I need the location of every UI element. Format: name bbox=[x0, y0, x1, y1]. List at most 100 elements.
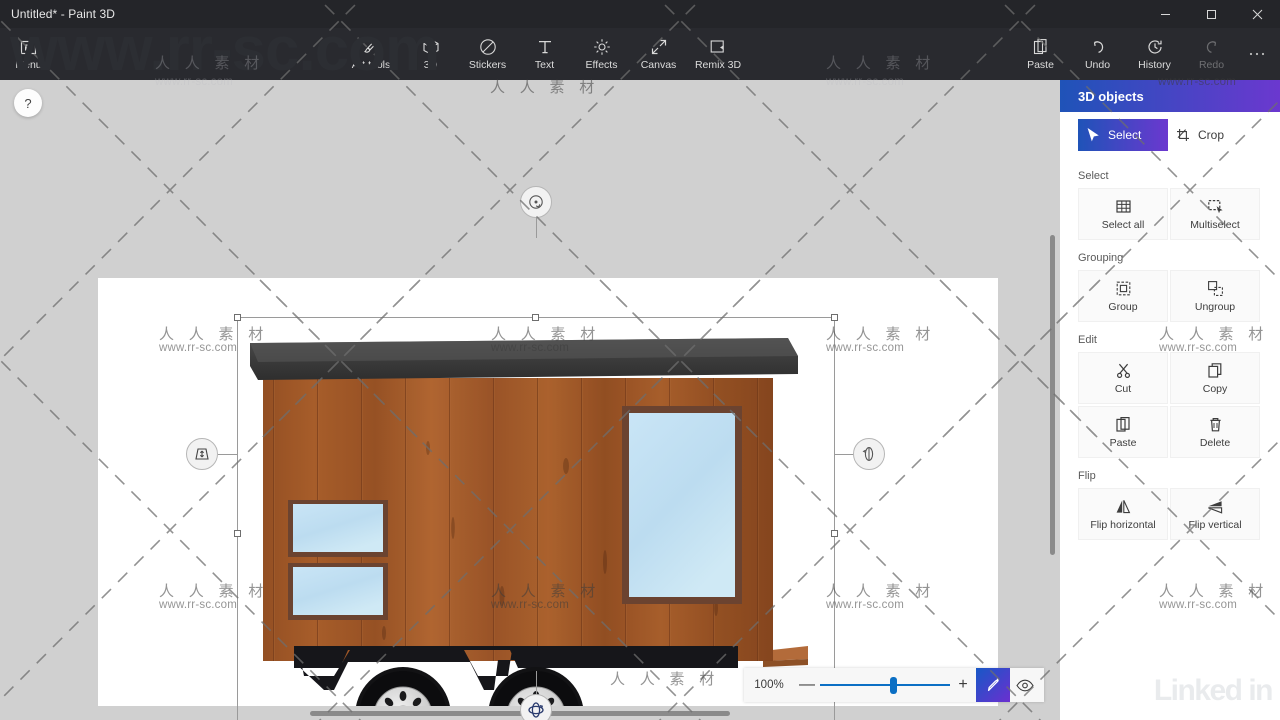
rotate-x-connector bbox=[218, 454, 238, 455]
trash-icon bbox=[1209, 417, 1221, 431]
rotate-z-handle[interactable] bbox=[520, 186, 552, 218]
select-all-label: Select all bbox=[1101, 218, 1145, 231]
vertical-scrollbar[interactable] bbox=[1046, 80, 1060, 720]
paste-icon bbox=[1032, 37, 1049, 57]
tab-select[interactable]: Select bbox=[1078, 119, 1168, 151]
section-label-flip: Flip bbox=[1078, 470, 1096, 482]
tab-select-label: Select bbox=[1108, 128, 1142, 142]
resize-handle-top-left[interactable] bbox=[234, 314, 241, 321]
menu-button[interactable]: Menu bbox=[0, 28, 57, 80]
effects-button[interactable]: Effects bbox=[573, 28, 630, 80]
selection-bounding-box[interactable] bbox=[234, 314, 838, 720]
panel-title: 3D objects bbox=[1078, 88, 1144, 104]
art-tools-button[interactable]: Art tools bbox=[340, 28, 402, 80]
select-all-button[interactable]: Select all bbox=[1078, 188, 1168, 240]
effects-label: Effects bbox=[585, 59, 618, 71]
zoom-percent-label: 100% bbox=[754, 679, 784, 691]
help-button[interactable]: ? bbox=[14, 89, 42, 117]
copy-label: Copy bbox=[1202, 382, 1228, 395]
minimize-button[interactable] bbox=[1142, 0, 1188, 28]
canvas-workspace[interactable] bbox=[0, 80, 1060, 720]
section-select-buttons: Select all Multiselect bbox=[1078, 188, 1262, 240]
flip-vertical-icon bbox=[1208, 500, 1223, 514]
panel-paste-label: Paste bbox=[1109, 436, 1137, 449]
cut-button[interactable]: Cut bbox=[1078, 352, 1168, 404]
undo-icon bbox=[1089, 37, 1107, 57]
redo-icon bbox=[1203, 37, 1221, 57]
flip-vertical-button[interactable]: Flip vertical bbox=[1170, 488, 1260, 540]
eye-icon bbox=[1016, 679, 1034, 691]
history-button[interactable]: History bbox=[1126, 28, 1183, 80]
multiselect-button[interactable]: Multiselect bbox=[1170, 188, 1260, 240]
flip-horizontal-label: Flip horizontal bbox=[1090, 518, 1156, 531]
section-grouping-buttons: Group Ungroup bbox=[1078, 270, 1262, 322]
zoom-out-button[interactable]: — bbox=[794, 677, 820, 693]
ungroup-button[interactable]: Ungroup bbox=[1170, 270, 1260, 322]
rotate-x-icon bbox=[195, 448, 209, 460]
rotate-x-handle[interactable] bbox=[186, 438, 218, 470]
more-options-button[interactable]: More options bbox=[1240, 28, 1274, 80]
ungroup-label: Ungroup bbox=[1194, 300, 1236, 313]
visibility-toggle-button[interactable] bbox=[1010, 668, 1040, 702]
history-label: History bbox=[1138, 59, 1171, 71]
panel-header: 3D objects bbox=[1060, 80, 1280, 112]
scissors-icon bbox=[1116, 363, 1130, 378]
pen-icon bbox=[987, 678, 999, 691]
stickers-button[interactable]: Stickers bbox=[459, 28, 516, 80]
cursor-icon bbox=[1087, 128, 1099, 142]
resize-handle-middle-right[interactable] bbox=[831, 530, 838, 537]
remix3d-label: Remix 3D bbox=[694, 59, 742, 71]
ungroup-icon bbox=[1207, 280, 1223, 296]
remix3d-icon bbox=[709, 37, 727, 57]
undo-label: Undo bbox=[1084, 59, 1111, 71]
tab-crop-label: Crop bbox=[1198, 128, 1225, 142]
undo-button[interactable]: Undo bbox=[1069, 28, 1126, 80]
canvas-button[interactable]: Canvas bbox=[630, 28, 687, 80]
remix3d-button[interactable]: Remix 3D bbox=[687, 28, 749, 80]
cut-label: Cut bbox=[1114, 382, 1132, 395]
close-button[interactable] bbox=[1234, 0, 1280, 28]
rotate-3d-handle[interactable] bbox=[520, 694, 552, 720]
group-button[interactable]: Group bbox=[1078, 270, 1168, 322]
resize-handle-middle-left[interactable] bbox=[234, 530, 241, 537]
vertical-scrollbar-thumb[interactable] bbox=[1050, 235, 1055, 555]
panel-paste-button[interactable]: Paste bbox=[1078, 406, 1168, 458]
title-bar: Untitled* - Paint 3D bbox=[0, 0, 1280, 28]
group-label: Group bbox=[1108, 300, 1138, 313]
canvas-icon bbox=[650, 37, 668, 57]
panel-tabs: Select Crop bbox=[1060, 112, 1280, 158]
ellipsis-icon bbox=[1248, 44, 1266, 64]
rotate-y-icon bbox=[862, 447, 874, 461]
tab-crop[interactable]: Crop bbox=[1168, 119, 1234, 151]
3d-button[interactable]: 3D bbox=[402, 28, 459, 80]
text-icon bbox=[536, 37, 554, 57]
history-icon bbox=[1146, 37, 1164, 57]
rotate-y-handle[interactable] bbox=[853, 438, 885, 470]
text-button[interactable]: Text bbox=[516, 28, 573, 80]
pen-mode-button[interactable] bbox=[976, 668, 1010, 702]
canvas-label: Canvas bbox=[640, 59, 677, 71]
3d-label: 3D bbox=[423, 59, 438, 71]
rotate-y-connector bbox=[835, 454, 855, 455]
ribbon-left-group: Menu bbox=[0, 28, 57, 80]
restore-button[interactable] bbox=[1188, 0, 1234, 28]
zoom-toolbar: 100% — + bbox=[744, 668, 1044, 702]
paint3d-window: Untitled* - Paint 3D Menu Art tools 3D S… bbox=[0, 0, 1280, 720]
zoom-slider-knob[interactable] bbox=[890, 677, 897, 694]
redo-button[interactable]: Redo bbox=[1183, 28, 1240, 80]
zoom-slider[interactable] bbox=[820, 675, 950, 695]
resize-handle-top-right[interactable] bbox=[831, 314, 838, 321]
window-title: Untitled* - Paint 3D bbox=[11, 7, 116, 21]
flip-horizontal-button[interactable]: Flip horizontal bbox=[1078, 488, 1168, 540]
cube-icon bbox=[422, 37, 440, 57]
sticker-icon bbox=[479, 37, 497, 57]
group-icon bbox=[1116, 281, 1130, 295]
delete-label: Delete bbox=[1199, 436, 1231, 449]
ribbon-center-group: Art tools 3D Stickers Text Effects Canva… bbox=[340, 28, 749, 80]
copy-button[interactable]: Copy bbox=[1170, 352, 1260, 404]
resize-handle-top-center[interactable] bbox=[532, 314, 539, 321]
delete-button[interactable]: Delete bbox=[1170, 406, 1260, 458]
paste-button[interactable]: Paste bbox=[1012, 28, 1069, 80]
zoom-in-button[interactable]: + bbox=[950, 677, 976, 693]
effects-icon bbox=[593, 37, 611, 57]
